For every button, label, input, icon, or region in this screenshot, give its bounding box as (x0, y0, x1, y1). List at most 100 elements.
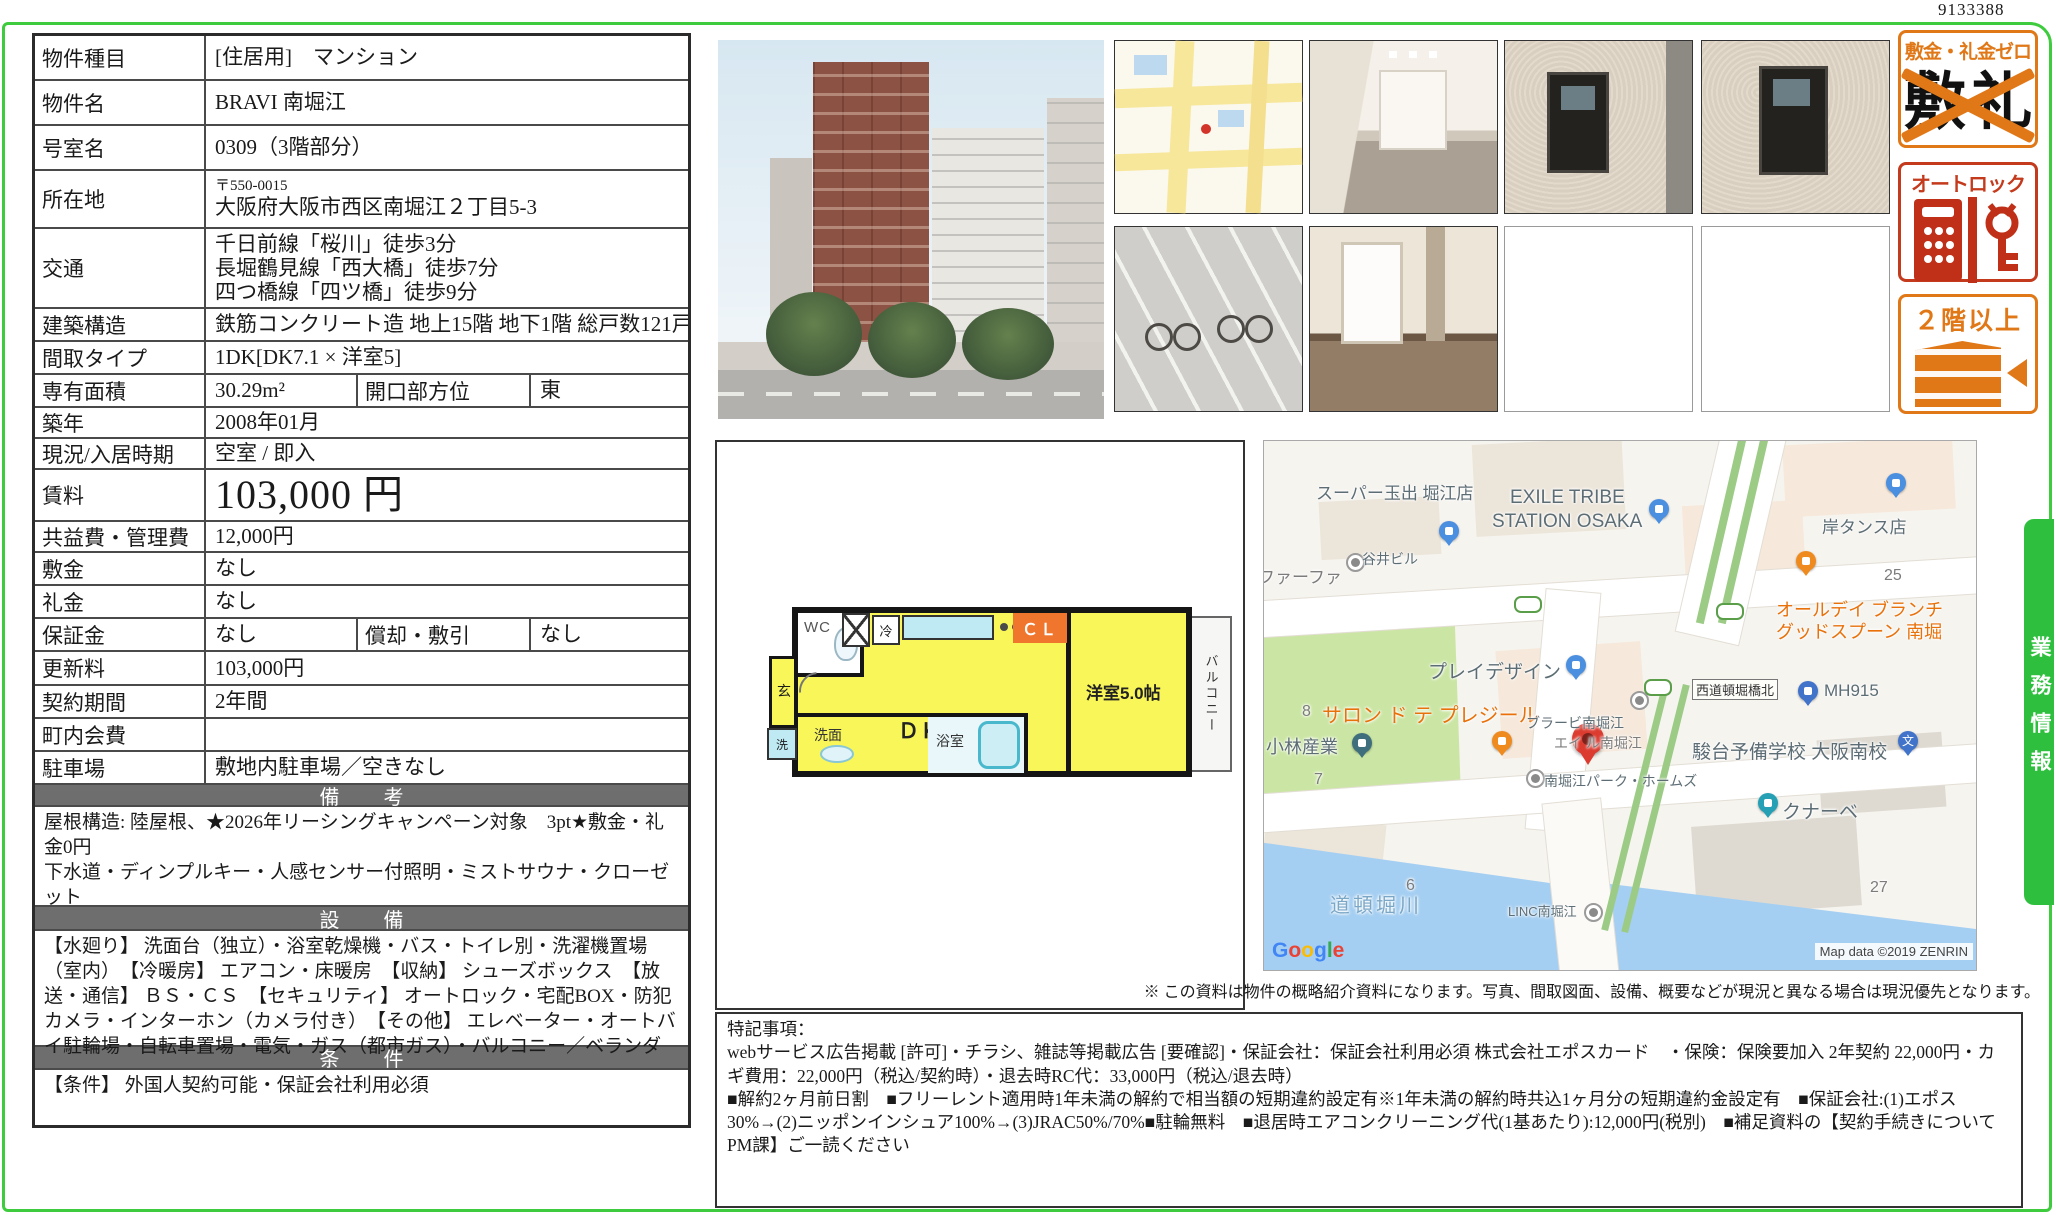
badge-title: オートロック (1901, 168, 2035, 197)
table-row: 所在地〒550-0015大阪府大阪市西区南堀江２丁目5-3 (35, 171, 688, 229)
google-logo-letter: e (1333, 939, 1345, 962)
map-label: 8 (1302, 703, 1311, 721)
map-label: グッドスプーン 南堀 (1776, 618, 1942, 644)
row-label: 号室名 (35, 126, 206, 169)
crossing-icon (1514, 596, 1542, 613)
table-row: 契約期間2年間 (35, 686, 688, 719)
floorplan-fridge-space: 冷 (872, 615, 900, 645)
special-remarks-paragraph: webサービス広告掲載 [許可]・チラシ、雑誌等掲載広告 [要確認]・保証会社：… (727, 1041, 2011, 1088)
hallway-lights-shape (1389, 51, 1438, 58)
row-label: 物件名 (35, 81, 206, 124)
table-row: 礼金なし (35, 586, 688, 619)
row-label: 駐車場 (35, 752, 206, 783)
map-marker-shape (1201, 124, 1211, 134)
map-label: 岸タンス店 (1822, 513, 1907, 538)
map-label: エイ ル南堀江 (1554, 733, 1642, 753)
row-value-secondary: 東 (531, 375, 688, 406)
map-label: MH915 (1824, 681, 1879, 701)
badge-no-deposit-no-key-money: 敷金・礼金ゼロ 敷 礼 (1898, 30, 2038, 148)
building-dot-pin (1584, 903, 1603, 922)
store-pin-icon (1439, 521, 1459, 541)
disclaimer-note: ※ この資料は物件の概略紹介資料になります。写真、間取図面、設備、概要などが現況… (1100, 978, 2040, 1002)
map-label: プレイデザイン (1428, 657, 1561, 684)
row-value-secondary: なし (531, 619, 688, 650)
western-room-label: 洋室5.0帖 (1086, 679, 1161, 704)
row-label-secondary: 開口部方位 (358, 375, 531, 406)
table-row: 【条件】 外国人契約可能・保証会社利用必須 (35, 1070, 688, 1125)
map-label: LINC南堀江 (1508, 901, 1577, 920)
table-row: 交通千日前線「桜川」徒歩3分長堀鶴見線「西大橋」徒歩7分四つ橋線「四ツ橋」徒歩9… (35, 229, 688, 309)
row-value: 1DK[DK7.1 × 洋室5] (206, 342, 688, 373)
map-label: 7 (1314, 771, 1323, 789)
table-row: 現況/入居時期空室 / 即入 (35, 439, 688, 470)
bathroom-label: 浴室 (936, 731, 964, 751)
map-label: 駿台予備学校 大阪南校 (1692, 737, 1887, 764)
table-row: 号室名0309（3階部分） (35, 126, 688, 171)
row-label: 所在地 (35, 171, 206, 227)
kitchen-counter-shape (902, 615, 994, 640)
row-label: 交通 (35, 229, 206, 307)
table-row: 共益費・管理費12,000円 (35, 522, 688, 553)
hallway-endwall-shape (1381, 72, 1445, 148)
washroom-label: 洗面 (814, 725, 842, 745)
floorplan-unit-outline: WC 冷 ＣＬ ＤＫ7.1帖 洋室5.0帖 洗面 浴室 (792, 607, 1192, 777)
station-pin-icon (1798, 681, 1818, 701)
row-label: 建築構造 (35, 309, 206, 340)
photo-placeholder-empty (1701, 226, 1890, 412)
washer-label: 洗 (776, 736, 788, 753)
table-row: 保証金なし償却・敷引なし (35, 619, 688, 652)
building-dot-pin (1630, 691, 1649, 710)
crossing-icon (1716, 603, 1744, 620)
bathtub-shape (978, 721, 1020, 769)
row-label: 築年 (35, 408, 206, 437)
map-label: 西道頓堀橋北 (1692, 679, 1778, 700)
store-pin-icon (1566, 655, 1586, 675)
bicycle-wheel-shape (1245, 315, 1273, 343)
table-row: 賃料103,000 円 (35, 470, 688, 522)
row-value: BRAVI 南堀江 (206, 81, 688, 124)
table-row: 建築構造鉄筋コンクリート造 地上15階 地下1階 総戸数121戸 (35, 309, 688, 342)
row-value (206, 719, 688, 750)
row-label: 専有面積 (35, 375, 206, 406)
map-label: ファーファ (1263, 563, 1342, 588)
map-label: 谷井ビル (1362, 549, 1418, 569)
intercom-screen-shape (1773, 79, 1810, 107)
map-road-shape (1245, 41, 1269, 214)
row-label: 町内会費 (35, 719, 206, 750)
row-value: 〒550-0015大阪府大阪市西区南堀江２丁目5-3 (206, 171, 688, 227)
row-label-secondary: 償却・敷引 (358, 619, 531, 650)
row-label: 間取タイプ (35, 342, 206, 373)
row-label: 現況/入居時期 (35, 439, 206, 468)
row-value: 空室 / 即入 (206, 439, 688, 468)
special-remarks-paragraph: ■解約2ヶ月前日割 ■フリーレント適用時1年未満の解約で相当額の短期違約設定有※… (727, 1088, 2011, 1158)
business-info-tab[interactable]: 業務情報 (2024, 519, 2054, 905)
row-label: 敷金 (35, 553, 206, 584)
row-label: 契約期間 (35, 686, 206, 717)
table-row: 物件種目[住居用] マンション (35, 36, 688, 81)
bicycle-wheel-shape (1173, 323, 1201, 351)
bicycle-wheel-shape (1145, 323, 1173, 351)
row-value: [住居用] マンション (206, 36, 688, 79)
floorplan-pipe-space (842, 613, 870, 647)
map-label: スーパー玉出 堀江店 (1316, 479, 1474, 504)
table-row: 【水廻り】 洗面台（独立）・浴室乾燥機・バス・トイレ別・洗濯機置場（室内） 【冷… (35, 931, 688, 1047)
table-row: 専有面積30.29m²開口部方位東 (35, 375, 688, 408)
school-pin-icon: 文 (1898, 731, 1918, 751)
left-arrow-icon (1993, 359, 2027, 387)
map-label: EXILE TRIBE (1510, 487, 1625, 509)
floorplan-panel: バルコニー WC 冷 ＣＬ ＤＫ7.1帖 洋室5.0帖 洗面 (715, 440, 1245, 1010)
row-label: 保証金 (35, 619, 206, 650)
lodging-pin-icon (1758, 793, 1778, 813)
autolock-intercom-key-icon (1908, 197, 2028, 283)
row-label: 礼金 (35, 586, 206, 617)
floorplan-entrance: 玄 (769, 656, 797, 728)
badge-autolock: オートロック (1898, 162, 2038, 282)
entrance-label: 玄 (777, 681, 791, 701)
store-pin-icon (1886, 473, 1906, 493)
location-map: 文 スーパー玉出 堀江店 谷井ビル ファーファ EXILE TRIBE STAT… (1263, 440, 1977, 971)
row-label: 賃料 (35, 470, 206, 520)
map-label: 南堀江パーク・ホームズ (1544, 771, 1697, 791)
store-pin-icon (1649, 499, 1669, 519)
map-road-shape (1167, 41, 1195, 214)
table-row: 敷金なし (35, 553, 688, 586)
